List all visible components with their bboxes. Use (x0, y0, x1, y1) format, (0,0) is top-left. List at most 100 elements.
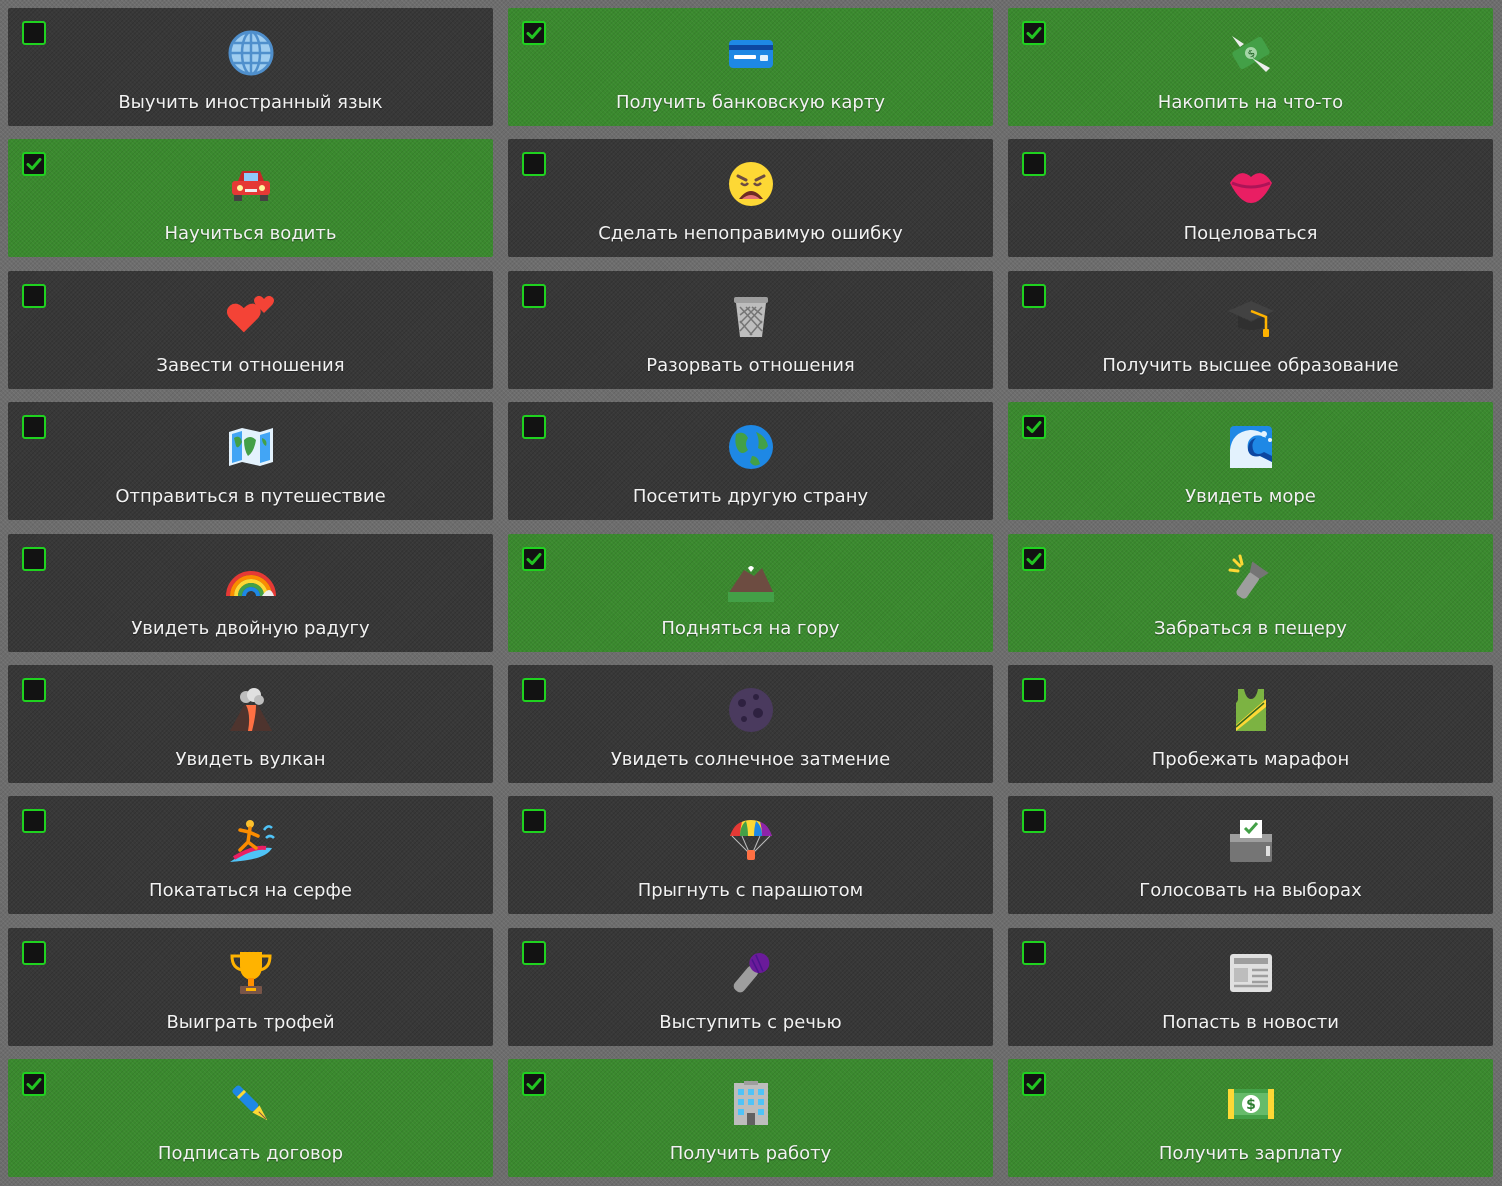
bucket-list-card-14[interactable]: Подняться на гору (508, 533, 993, 652)
bucket-list-card-23[interactable]: Выступить с речью (508, 927, 993, 1046)
world-map-icon (228, 428, 273, 467)
item-checkbox[interactable] (1022, 21, 1046, 45)
bucket-list-card-18[interactable]: Пробежать марафон (1008, 664, 1493, 783)
wastebasket-icon (733, 296, 768, 337)
bucket-list-card-8[interactable]: Разорвать отношения (508, 270, 993, 389)
item-label: Научиться водить (164, 223, 337, 245)
bucket-list-card-22[interactable]: Выиграть трофей (8, 927, 493, 1046)
earth-globe-icon (728, 425, 773, 470)
bucket-list-card-20[interactable]: Прыгнуть с парашютом (508, 796, 993, 915)
item-label: Завести отношения (156, 354, 345, 376)
item-label: Подписать договор (157, 1143, 344, 1165)
money-with-wings-icon: $ (1231, 36, 1270, 72)
water-wave-icon (1229, 426, 1272, 469)
two-hearts-icon (226, 295, 274, 333)
checkmark-icon (1026, 27, 1042, 39)
bucket-list-card-7[interactable]: Завести отношения (8, 270, 493, 389)
bucket-list-card-2[interactable]: Получить банковскую карту (508, 8, 993, 126)
item-checkbox[interactable] (22, 152, 46, 177)
item-checkbox[interactable] (522, 415, 546, 440)
bucket-list-card-10[interactable]: Отправиться в путешествие (8, 402, 493, 521)
bucket-list-card-25[interactable]: Подписать договор (8, 1059, 493, 1178)
item-checkbox[interactable] (22, 415, 46, 440)
bucket-list-card-24[interactable]: Попасть в новости (1008, 927, 1493, 1046)
checkmark-icon (1026, 421, 1042, 434)
surfer-icon (229, 820, 275, 863)
bucket-list-card-27[interactable]: $ Получить зарплату (1008, 1059, 1493, 1178)
ballot-box-icon (1229, 820, 1272, 863)
checkmark-icon (26, 158, 42, 171)
item-checkbox[interactable] (22, 283, 46, 308)
item-label: Сделать непоправимую ошибку (598, 223, 903, 245)
item-checkbox[interactable] (522, 21, 546, 45)
item-checkbox[interactable] (1022, 677, 1046, 702)
dollar-banknote-icon: $ (1227, 1089, 1274, 1120)
item-checkbox[interactable] (1022, 1072, 1046, 1097)
bucket-list-card-9[interactable]: Получить высшее образование (1008, 270, 1493, 389)
item-checkbox[interactable] (522, 1072, 546, 1097)
item-checkbox[interactable] (22, 677, 46, 702)
item-label: Увидеть солнечное затмение (610, 748, 891, 770)
item-checkbox[interactable] (1022, 415, 1046, 440)
running-shirt-icon (1235, 688, 1266, 731)
bucket-list-card-21[interactable]: Голосовать на выборах (1008, 796, 1493, 915)
fountain-pen-icon (231, 1085, 267, 1121)
item-label: Пробежать марафон (1151, 748, 1350, 770)
item-checkbox[interactable] (1022, 940, 1046, 965)
item-label: Увидеть море (1185, 486, 1316, 508)
item-checkbox[interactable] (522, 546, 546, 571)
item-label: Отправиться в путешествие (115, 486, 386, 508)
item-checkbox[interactable] (22, 809, 46, 834)
item-checkbox[interactable] (522, 152, 546, 177)
checkmark-icon (1026, 1078, 1042, 1091)
bucket-list-card-17[interactable]: Увидеть солнечное затмение (508, 664, 993, 783)
item-checkbox[interactable] (522, 283, 546, 308)
item-label: Выступить с речью (659, 1011, 842, 1033)
item-label: Попасть в новости (1162, 1011, 1339, 1033)
bucket-list-card-26[interactable]: Получить работу (508, 1059, 993, 1178)
item-label: Получить банковскую карту (615, 92, 885, 113)
item-checkbox[interactable] (1022, 809, 1046, 834)
item-label: Подняться на гору (661, 617, 840, 639)
checkmark-icon (26, 1078, 42, 1091)
item-checkbox[interactable] (22, 1072, 46, 1097)
item-label: Получить работу (669, 1143, 832, 1165)
item-checkbox[interactable] (1022, 152, 1046, 177)
bucket-list-grid: Выучить иностранный язык Получить банков… (8, 8, 1493, 1178)
item-label: Покататься на серфе (149, 880, 352, 902)
bucket-list-card-3[interactable]: $ Накопить на что-то (1008, 8, 1493, 126)
mountain-icon (727, 565, 774, 602)
item-label: Получить высшее образование (1102, 354, 1399, 376)
bucket-list-card-13[interactable]: Увидеть двойную радугу (8, 533, 493, 652)
car-icon (231, 171, 270, 202)
bucket-list-card-16[interactable]: Увидеть вулкан (8, 664, 493, 783)
bucket-list-card-15[interactable]: Забраться в пещеру (1008, 533, 1493, 652)
bucket-list-card-1[interactable]: Выучить иностранный язык (8, 8, 493, 126)
item-checkbox[interactable] (22, 21, 46, 45)
bucket-list-card-4[interactable]: Научиться водить (8, 139, 493, 258)
graduation-cap-icon (1227, 300, 1274, 337)
microphone-icon (733, 952, 769, 993)
item-checkbox[interactable] (1022, 283, 1046, 308)
svg-text:$: $ (1246, 1097, 1256, 1113)
kiss-lips-icon (1229, 173, 1272, 204)
item-checkbox[interactable] (1022, 546, 1046, 571)
new-moon-icon (728, 687, 773, 732)
item-label: Увидеть двойную радугу (131, 617, 370, 639)
item-checkbox[interactable] (522, 677, 546, 702)
item-label: Выучить иностранный язык (118, 92, 383, 113)
bucket-list-card-5[interactable]: Сделать непоправимую ошибку (508, 139, 993, 258)
bucket-list-card-11[interactable]: Посетить другую страну (508, 402, 993, 521)
item-checkbox[interactable] (522, 809, 546, 834)
item-checkbox[interactable] (22, 546, 46, 571)
item-checkbox[interactable] (522, 940, 546, 965)
item-checkbox[interactable] (22, 940, 46, 965)
item-label: Голосовать на выборах (1139, 880, 1362, 902)
checkmark-icon (1026, 552, 1042, 565)
bucket-list-card-12[interactable]: Увидеть море (1008, 402, 1493, 521)
item-label: Выиграть трофей (166, 1011, 335, 1033)
bucket-list-card-6[interactable]: Поцеловаться (1008, 139, 1493, 258)
item-label: Посетить другую страну (632, 486, 869, 508)
weary-face-icon (728, 162, 773, 207)
bucket-list-card-19[interactable]: Покататься на серфе (8, 796, 493, 915)
